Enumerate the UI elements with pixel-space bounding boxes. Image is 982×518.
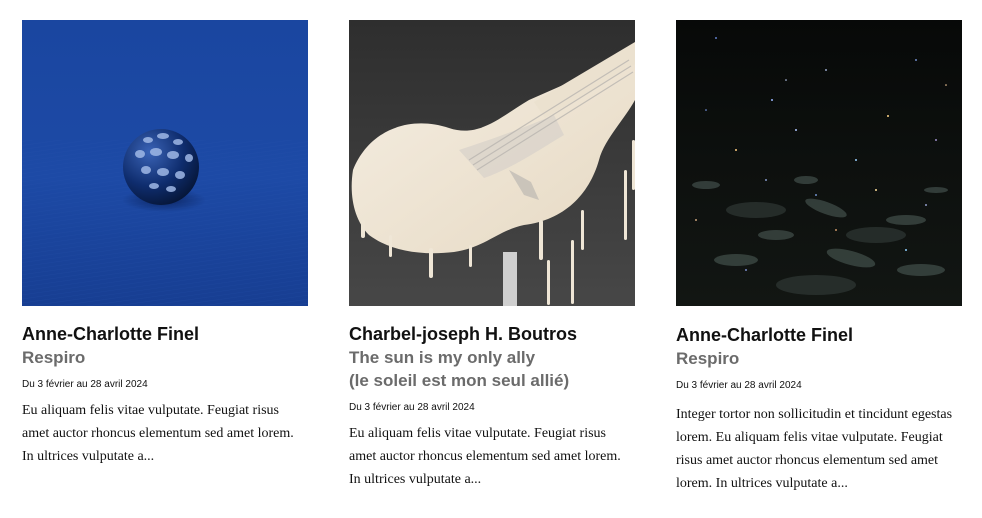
exhibition-card[interactable]: Charbel-joseph H. Boutros The sun is my … <box>349 20 635 491</box>
exhibition-title-line: Respiro <box>22 348 86 367</box>
exhibition-dates: Du 3 février au 28 avril 2024 <box>676 380 802 391</box>
wax-guitar-image <box>349 20 635 306</box>
exhibition-dates: Du 3 février au 28 avril 2024 <box>22 379 148 390</box>
exhibition-card[interactable]: Anne-Charlotte Finel Respiro Du 3 févrie… <box>676 20 962 495</box>
exhibition-title-line: (le soleil est mon seul allié) <box>349 371 570 390</box>
artist-name[interactable]: Charbel-joseph H. Boutros <box>349 323 635 345</box>
exhibition-dates: Du 3 février au 28 avril 2024 <box>349 402 475 413</box>
exhibition-image[interactable] <box>349 20 635 306</box>
exhibition-card[interactable]: Anne-Charlotte Finel Respiro Du 3 févrie… <box>22 20 308 468</box>
exhibition-excerpt: Integer tortor non sollicitudin et tinci… <box>676 407 953 491</box>
exhibition-title: The sun is my only ally (le soleil est m… <box>349 346 635 392</box>
blue-sphere-image <box>22 20 308 306</box>
exhibition-title: Respiro <box>22 346 308 369</box>
artist-name[interactable]: Anne-Charlotte Finel <box>676 324 962 346</box>
exhibition-title-line: The sun is my only ally <box>349 348 536 367</box>
exhibition-excerpt: Eu aliquam felis vitae vulputate. Feugia… <box>349 426 621 487</box>
exhibition-image[interactable] <box>22 20 308 306</box>
exhibition-excerpt: Eu aliquam felis vitae vulputate. Feugia… <box>22 403 294 464</box>
night-sea-image <box>676 20 962 306</box>
exhibition-image[interactable] <box>676 20 962 306</box>
exhibition-title: Respiro <box>676 347 962 370</box>
artist-name[interactable]: Anne-Charlotte Finel <box>22 323 308 345</box>
exhibition-title-line: Respiro <box>676 349 740 368</box>
